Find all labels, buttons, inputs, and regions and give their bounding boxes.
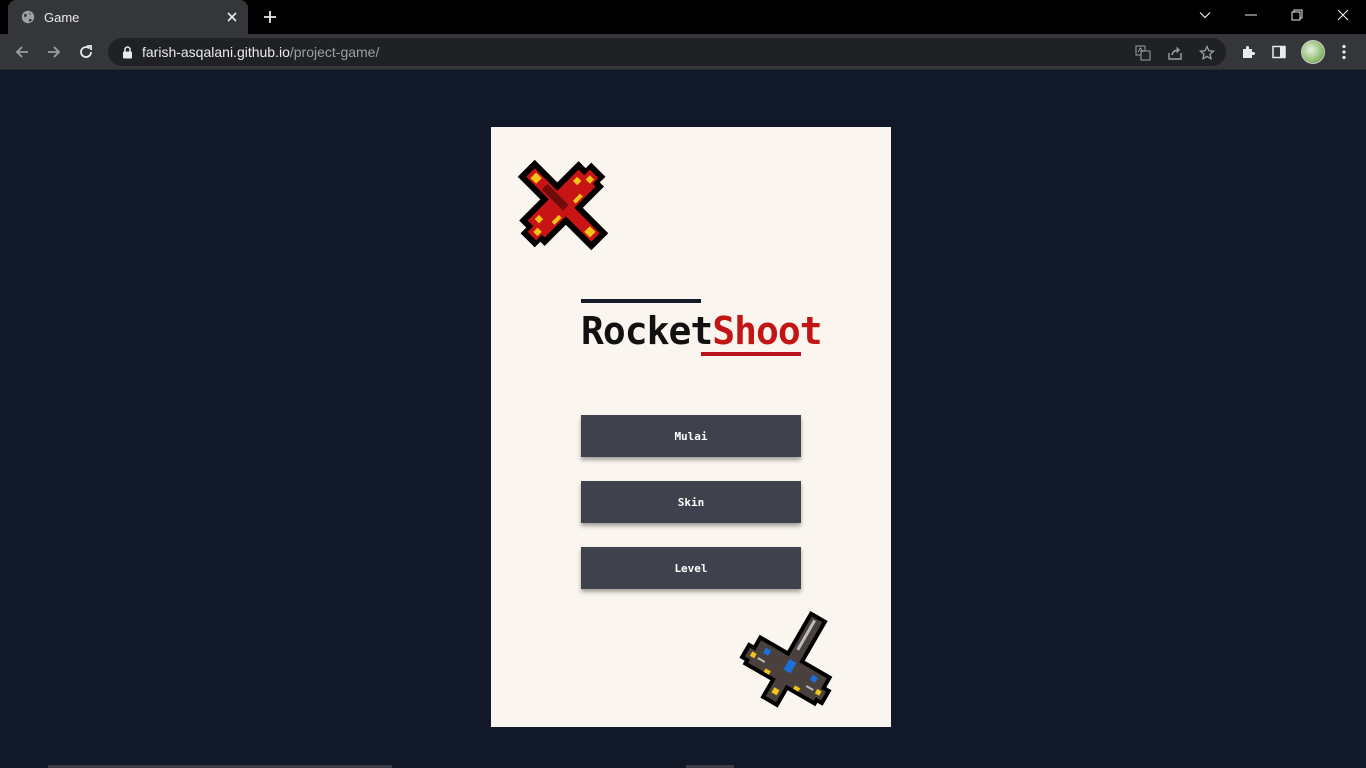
window-close-icon[interactable] <box>1320 0 1366 30</box>
start-button[interactable]: Mulai <box>581 415 801 457</box>
star-icon[interactable] <box>1198 44 1216 62</box>
url-text: farish-asqalani.github.io/project-game/ <box>142 44 379 60</box>
page-viewport: RocketShoot Mulai Skin Level <box>0 71 1366 768</box>
lock-icon[interactable] <box>120 45 134 59</box>
game-title: RocketShoot <box>581 299 823 359</box>
tab-title: Game <box>44 9 80 25</box>
grey-spaceship-sprite <box>739 610 833 708</box>
puzzle-icon[interactable] <box>1238 42 1258 62</box>
red-spaceship-sprite <box>517 159 609 251</box>
browser-toolbar: farish-asqalani.github.io/project-game/ <box>0 34 1366 70</box>
url-path: /project-game/ <box>289 44 380 60</box>
game-card: RocketShoot Mulai Skin Level <box>491 127 891 727</box>
title-text: RocketShoot <box>581 309 823 353</box>
browser-tab[interactable]: Game <box>8 0 248 34</box>
url-host: farish-asqalani.github.io <box>142 44 290 60</box>
title-bar-bottom <box>701 352 801 356</box>
address-bar[interactable]: farish-asqalani.github.io/project-game/ <box>108 38 1226 66</box>
share-icon[interactable] <box>1166 44 1184 62</box>
restore-icon[interactable] <box>1274 0 1320 30</box>
tab-strip: Game <box>0 0 1366 34</box>
reload-icon[interactable] <box>73 39 99 65</box>
title-rocket: Rocket <box>581 309 713 353</box>
minimize-icon[interactable] <box>1228 0 1274 30</box>
close-icon[interactable] <box>224 9 240 25</box>
arrow-right-icon[interactable] <box>41 39 67 65</box>
chevron-down-icon[interactable] <box>1182 0 1228 30</box>
skin-button[interactable]: Skin <box>581 481 801 523</box>
globe-icon <box>20 9 36 25</box>
plus-icon[interactable] <box>258 5 282 29</box>
title-shoot: Shoot <box>712 309 822 353</box>
title-bar-top <box>581 299 701 303</box>
level-button[interactable]: Level <box>581 547 801 589</box>
profile-avatar[interactable] <box>1301 40 1325 64</box>
arrow-left-icon[interactable] <box>9 39 35 65</box>
kebab-menu-icon[interactable] <box>1334 42 1354 62</box>
translate-icon[interactable] <box>1134 44 1152 62</box>
side-panel-icon[interactable] <box>1269 42 1289 62</box>
